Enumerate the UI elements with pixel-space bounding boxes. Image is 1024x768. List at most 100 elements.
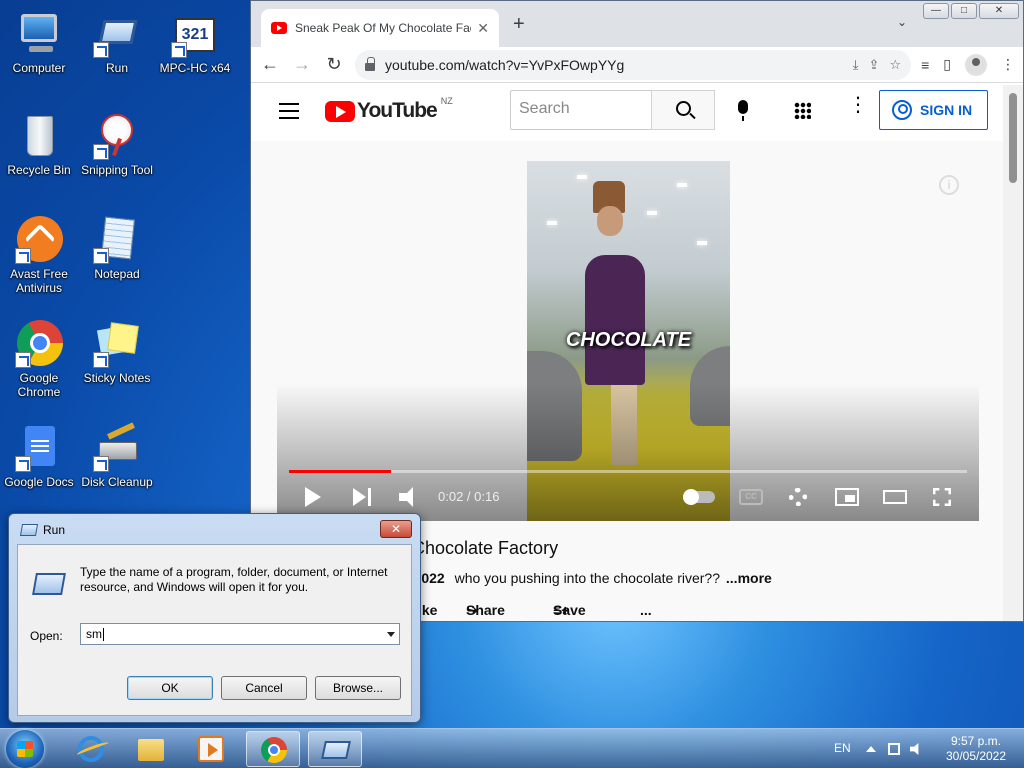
minimize-button[interactable]: — — [923, 3, 949, 19]
microphone-icon[interactable] — [738, 100, 748, 121]
lock-icon[interactable] — [365, 56, 375, 71]
forward-button[interactable]: → — [291, 54, 313, 75]
shortcut-arrow-icon — [15, 352, 31, 368]
desktop-icon-google-docs[interactable]: Google Docs — [0, 424, 78, 489]
media-controls-icon[interactable]: ≡ — [921, 57, 929, 73]
sign-in-button[interactable]: SIGN IN — [879, 90, 988, 130]
address-bar[interactable]: youtube.com/watch?v=YvPxFOwpYYg ⤓ ⇪ ☆ — [355, 49, 912, 80]
settings-menu-icon[interactable]: ⋮ — [848, 95, 868, 115]
taskbar-internet-explorer[interactable] — [64, 731, 118, 767]
close-window-button[interactable]: ✕ — [979, 3, 1019, 19]
tab-close-icon[interactable]: ✕ — [477, 20, 489, 37]
shortcut-arrow-icon — [15, 456, 31, 472]
taskbar-run[interactable] — [308, 731, 362, 767]
show-hidden-icons-icon[interactable] — [866, 746, 876, 752]
tab-search-icon[interactable]: ⌄ — [897, 15, 907, 29]
desktop-icon-label: Run — [105, 61, 128, 75]
shortcut-arrow-icon — [15, 248, 31, 264]
browse-button[interactable]: Browse... — [315, 676, 401, 700]
install-app-icon[interactable]: ⤓ — [853, 57, 859, 73]
hamburger-menu-icon[interactable] — [279, 103, 299, 119]
language-indicator[interactable]: EN — [834, 741, 851, 755]
volume-icon[interactable] — [399, 487, 413, 507]
play-icon[interactable] — [305, 487, 321, 507]
network-icon[interactable] — [888, 743, 900, 755]
run-dialog: Run ✕ Type the name of a program, folder… — [8, 513, 421, 723]
url-text[interactable]: youtube.com/watch?v=YvPxFOwpYYg — [385, 57, 843, 73]
desktop-icon-google-chrome[interactable]: Google Chrome — [0, 320, 78, 399]
video-player[interactable]: CHOCOLATE 0:02 / 0:16 CC — [277, 161, 979, 521]
desktop-icon-run[interactable]: Run — [78, 10, 156, 75]
desktop-icon-snipping-tool[interactable]: Snipping Tool — [78, 112, 156, 177]
youtube-logo[interactable]: YouTube NZ — [325, 96, 453, 123]
open-input[interactable]: sm — [80, 623, 400, 645]
taskbar-google-chrome[interactable] — [246, 731, 300, 767]
start-button[interactable] — [6, 730, 44, 768]
theater-mode-icon[interactable] — [883, 490, 907, 504]
desktop-icon-mpc-hc[interactable]: 321 MPC-HC x64 — [156, 10, 234, 75]
desktop-icon-label: Google Docs — [4, 475, 74, 489]
subtitles-icon[interactable]: CC — [739, 489, 763, 505]
desktop-icon-label: Snipping Tool — [81, 163, 153, 177]
desktop-icon-disk-cleanup[interactable]: Disk Cleanup — [78, 422, 156, 489]
dropdown-arrow-icon[interactable] — [387, 632, 395, 637]
media-player-icon — [198, 736, 224, 762]
taskbar-file-explorer[interactable] — [124, 731, 178, 767]
page-scrollbar[interactable] — [1003, 85, 1023, 621]
tab-youtube[interactable]: Sneak Peak Of My Chocolate Fac ✕ — [261, 9, 499, 47]
gear-icon[interactable] — [789, 488, 807, 506]
desktop-icon-label: Recycle Bin — [7, 163, 71, 177]
volume-icon[interactable] — [910, 743, 919, 755]
shortcut-arrow-icon — [171, 42, 187, 58]
autoplay-toggle[interactable] — [683, 489, 715, 505]
chrome-menu-icon[interactable]: ⋮ — [1001, 56, 1015, 73]
run-close-button[interactable]: ✕ — [380, 520, 412, 538]
run-dialog-title: Run — [43, 523, 66, 537]
share-icon[interactable]: ⇪ — [869, 57, 880, 73]
scrollbar-thumb[interactable] — [1009, 93, 1017, 183]
shortcut-arrow-icon — [93, 456, 109, 472]
run-icon — [93, 10, 141, 58]
desktop-icon-computer[interactable]: Computer — [0, 10, 78, 75]
computer-icon — [15, 10, 63, 58]
toolbar-actions: ≡ ▯ ⋮ — [921, 53, 1015, 76]
open-input-value: sm — [86, 627, 102, 641]
desktop-icon-label: Sticky Notes — [83, 371, 151, 385]
progress-bar[interactable] — [289, 470, 967, 473]
disk-cleanup-icon — [93, 422, 141, 472]
maximize-button[interactable]: □ — [951, 3, 977, 19]
fullscreen-icon[interactable] — [933, 488, 951, 506]
desktop-icon-recycle-bin[interactable]: Recycle Bin — [0, 112, 78, 177]
miniplayer-icon[interactable] — [835, 488, 859, 506]
apps-grid-icon[interactable] — [794, 102, 811, 119]
chrome-icon — [15, 320, 63, 368]
show-more-link[interactable]: ...more — [726, 570, 772, 586]
bookmark-star-icon[interactable]: ☆ — [889, 57, 901, 73]
clock-time: 9:57 p.m. — [950, 734, 1002, 748]
next-icon[interactable] — [353, 488, 366, 506]
reload-button[interactable]: ↻ — [323, 54, 345, 75]
desktop-icon-sticky-notes[interactable]: Sticky Notes — [78, 320, 156, 385]
notepad-icon — [93, 216, 141, 264]
clock[interactable]: 9:57 p.m. 30/05/2022 — [936, 734, 1016, 764]
ok-button[interactable]: OK — [127, 676, 213, 700]
cancel-button[interactable]: Cancel — [221, 676, 307, 700]
new-tab-button[interactable]: + — [513, 13, 525, 36]
search-button[interactable] — [651, 90, 715, 130]
more-actions-button[interactable]: ... — [640, 602, 652, 618]
shortcut-arrow-icon — [93, 144, 109, 160]
back-button[interactable]: ← — [259, 54, 281, 75]
run-dialog-titlebar[interactable]: Run — [19, 523, 66, 537]
internet-explorer-icon — [75, 736, 111, 762]
chrome-icon — [261, 737, 287, 763]
window-controls: — □ ✕ — [923, 3, 1019, 19]
taskbar-media-player[interactable] — [184, 731, 238, 767]
clock-date: 30/05/2022 — [945, 749, 1007, 763]
desktop-icon-avast[interactable]: Avast Free Antivirus — [0, 216, 78, 295]
side-panel-icon[interactable]: ▯ — [943, 56, 951, 73]
video-title: y Chocolate Factory — [398, 538, 559, 558]
profile-avatar-icon[interactable] — [965, 53, 987, 76]
desktop-icon-notepad[interactable]: Notepad — [78, 216, 156, 281]
search-input[interactable]: Search — [510, 90, 652, 130]
youtube-favicon-icon — [271, 22, 287, 34]
